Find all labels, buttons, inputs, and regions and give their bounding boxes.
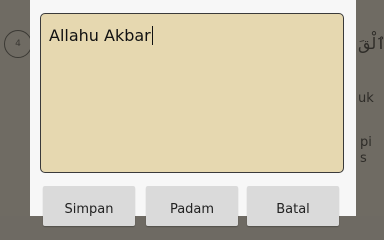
note-text-field[interactable]: Allahu Akbar (40, 13, 344, 173)
background-arabic-text: ٱلْقَ (358, 34, 384, 53)
delete-button-label: Padam (169, 202, 215, 217)
save-button-label: Simpan (64, 202, 114, 217)
note-text: Allahu Akbar (49, 26, 151, 45)
verse-number-marker: 4 (4, 30, 32, 58)
cancel-button-label: Batal (276, 202, 310, 217)
delete-button[interactable]: Padam (146, 186, 238, 226)
verse-number: 4 (15, 39, 21, 49)
note-dialog: Allahu Akbar Simpan Padam Batal (30, 0, 356, 226)
save-button[interactable]: Simpan (43, 186, 135, 226)
cancel-button[interactable]: Batal (247, 186, 339, 226)
background-text-fragment: s (360, 151, 367, 166)
background-text-fragment: pi (360, 135, 372, 150)
background-text-fragment: uk (358, 91, 374, 106)
text-cursor (151, 26, 153, 45)
